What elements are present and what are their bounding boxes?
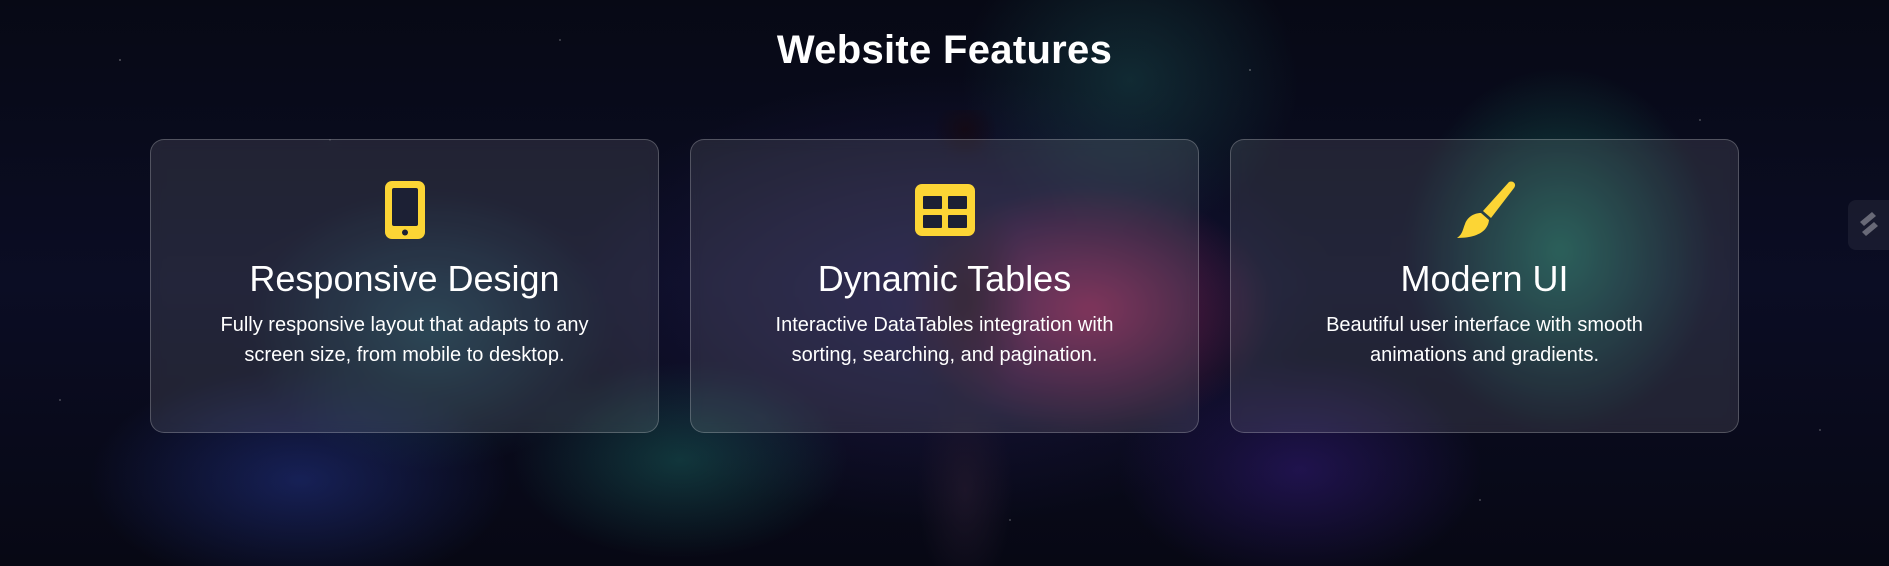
feature-description: Beautiful user interface with smooth ani… (1265, 310, 1705, 370)
feature-description-line: screen size, from mobile to desktop. (244, 344, 565, 366)
section-title: Website Features (776, 28, 1113, 72)
feature-description: Fully responsive layout that adapts to a… (185, 310, 625, 370)
feature-description: Interactive DataTables integration with … (725, 310, 1165, 370)
feature-description-line: sorting, searching, and pagination. (791, 344, 1098, 366)
feature-description-line: Fully responsive layout that adapts to a… (220, 314, 589, 336)
feature-cards: Responsive Design Fully responsive layou… (150, 139, 1739, 433)
feature-card-tables: Dynamic Tables Interactive DataTables in… (690, 139, 1199, 433)
mobile-icon (373, 178, 437, 242)
table-icon (913, 178, 977, 242)
feature-card-responsive: Responsive Design Fully responsive layou… (150, 139, 659, 433)
feature-description-line: animations and gradients. (1369, 344, 1600, 366)
feature-title: Modern UI (1400, 258, 1569, 299)
feature-title: Dynamic Tables (817, 258, 1072, 299)
side-widget-button[interactable] (1848, 200, 1889, 250)
feature-card-modern-ui: Modern UI Beautiful user interface with … (1230, 139, 1739, 433)
feature-description-line: Interactive DataTables integration with (775, 314, 1114, 336)
paintbrush-icon (1453, 178, 1517, 242)
features-section: Website Features Responsive Design Fully… (0, 0, 1889, 566)
feature-title: Responsive Design (249, 258, 560, 299)
feature-description-line: Beautiful user interface with smooth (1326, 314, 1643, 336)
slider-icon (1856, 208, 1882, 243)
